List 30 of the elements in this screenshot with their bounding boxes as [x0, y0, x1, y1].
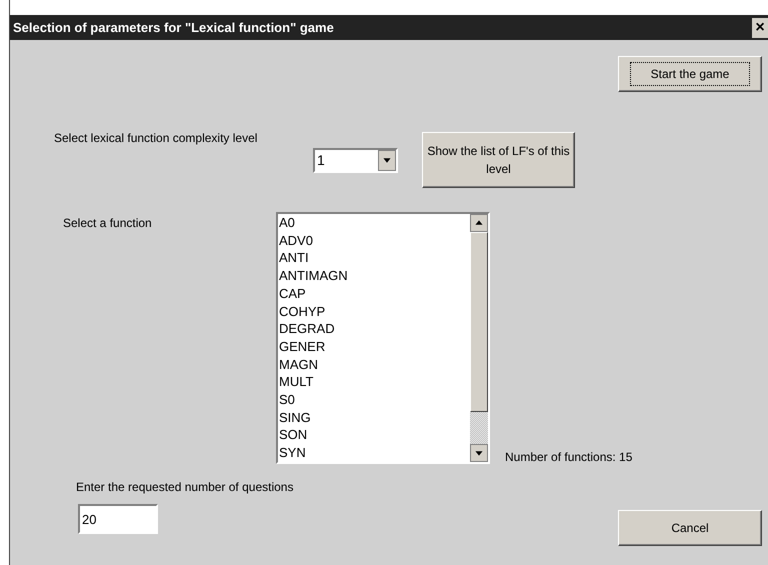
function-list-item[interactable]: GENER — [278, 338, 470, 356]
function-list-item[interactable]: SYN — [278, 444, 470, 462]
function-list-item[interactable]: CAP — [278, 284, 470, 303]
scroll-thumb[interactable] — [470, 232, 488, 412]
scroll-down-icon[interactable] — [470, 444, 488, 462]
window-title: Selection of parameters for "Lexical function" game — [13, 18, 334, 37]
scroll-up-icon[interactable] — [470, 214, 488, 232]
function-list-item[interactable]: S0 — [278, 391, 470, 409]
close-button[interactable]: × — [752, 18, 768, 38]
function-list-item[interactable]: DEGRAD — [278, 320, 470, 338]
function-label: Select a function — [63, 215, 153, 232]
cancel-button[interactable]: Cancel — [618, 510, 762, 546]
function-listbox[interactable]: A0 ADV0 ANTI ANTIMAGN CAP COHYP DEGRAD GENER MAGN MULT S0 SING SON SYN — [276, 212, 490, 464]
function-list-item[interactable]: ANTI — [278, 249, 470, 268]
complexity-dropdown[interactable]: 1 — [313, 148, 398, 173]
function-list-item[interactable]: ADV0 — [278, 232, 470, 250]
function-list-item[interactable]: SING — [278, 408, 470, 426]
function-list-item[interactable]: COHYP — [278, 302, 470, 320]
complexity-label: Select lexical function complexity level — [54, 131, 258, 147]
questions-label: Enter the requested number of questions — [76, 479, 294, 496]
function-count: Number of functions: 15 — [505, 449, 632, 466]
start-game-button[interactable]: Start the game — [618, 56, 762, 92]
function-list-item[interactable]: ANTIMAGN — [278, 267, 470, 285]
scrollbar[interactable] — [470, 214, 488, 462]
function-list-item[interactable]: MULT — [278, 373, 470, 392]
function-list-item[interactable]: SON — [278, 426, 470, 444]
show-list-button[interactable]: Show the list of LF's of this level — [422, 132, 575, 188]
questions-input[interactable]: 20 — [78, 504, 158, 534]
function-list-item[interactable]: MAGN — [278, 356, 470, 374]
function-list-item[interactable]: A0 — [278, 214, 470, 232]
